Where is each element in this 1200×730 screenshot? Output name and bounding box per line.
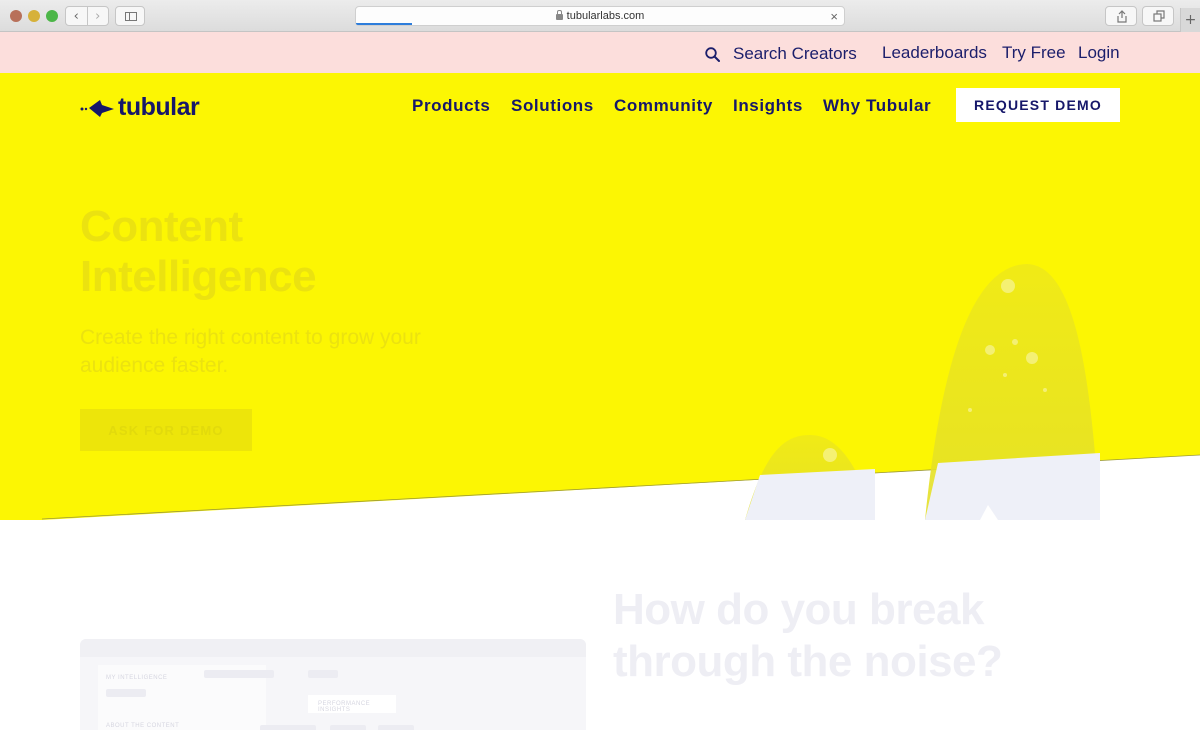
tubular-logo-icon: [80, 99, 114, 117]
hero-title-line-1: Content: [80, 202, 243, 251]
login-link[interactable]: Login: [1078, 43, 1120, 63]
mockup-placeholder: [378, 725, 414, 730]
page-load-progress: [356, 23, 412, 25]
hero-subtitle: Create the right content to grow your au…: [80, 326, 421, 377]
nav-why-tubular[interactable]: Why Tubular: [823, 96, 931, 116]
share-icon: [1117, 10, 1127, 23]
product-screenshot-mockup: MY INTELLIGENCE ABOUT THE CONTENT PERFOR…: [80, 639, 586, 730]
share-button[interactable]: [1105, 6, 1137, 26]
nav-products[interactable]: Products: [412, 96, 490, 116]
section-heading-line-1: How do you break: [613, 585, 984, 634]
show-tabs-button[interactable]: [1142, 6, 1174, 26]
hero-title: Content Intelligence: [80, 202, 317, 302]
mockup-label: ABOUT THE CONTENT: [106, 723, 180, 729]
leaderboards-link[interactable]: Leaderboards: [882, 43, 987, 63]
ask-for-demo-button[interactable]: ASK FOR DEMO: [80, 409, 252, 451]
url-text: tubularlabs.com: [566, 10, 645, 22]
nav-solutions[interactable]: Solutions: [511, 96, 594, 116]
search-creators-link[interactable]: Search Creators: [705, 44, 857, 64]
mockup-placeholder: [330, 725, 366, 730]
nav-insights[interactable]: Insights: [733, 96, 803, 116]
back-button[interactable]: ‹: [66, 7, 87, 25]
mockup-placeholder: [308, 670, 338, 678]
close-window-button[interactable]: [10, 10, 22, 22]
request-demo-button[interactable]: REQUEST DEMO: [956, 88, 1120, 122]
history-nav: ‹ ›: [65, 6, 109, 26]
search-icon: [705, 46, 720, 62]
tubular-logo[interactable]: tubular: [80, 93, 200, 122]
address-bar[interactable]: tubularlabs.com ×: [355, 6, 845, 26]
sidebar-toggle-button[interactable]: [115, 6, 145, 26]
minimize-window-button[interactable]: [28, 10, 40, 22]
mockup-placeholder: [204, 670, 274, 678]
forward-button[interactable]: ›: [86, 7, 109, 25]
nav-community[interactable]: Community: [614, 96, 713, 116]
new-tab-button[interactable]: +: [1180, 8, 1200, 32]
browser-toolbar: ‹ › tubularlabs.com × +: [0, 0, 1200, 32]
mockup-topbar: [80, 639, 586, 657]
section-heading: How do you break through the noise?: [613, 584, 1003, 688]
mockup-card: PERFORMANCE INSIGHTS: [308, 695, 396, 713]
section-heading-line-2: through the noise?: [613, 637, 1003, 686]
tabs-icon: [1153, 10, 1165, 22]
utility-nav: Search Creators Leaderboards Try Free Lo…: [0, 32, 1200, 73]
mockup-placeholder: [260, 725, 316, 730]
lock-icon: [555, 10, 563, 20]
mockup-label: MY INTELLIGENCE: [106, 675, 168, 681]
try-free-link[interactable]: Try Free: [1002, 43, 1066, 63]
stop-loading-button[interactable]: ×: [830, 9, 838, 24]
audience-peaks-illustration: [745, 264, 1100, 520]
search-creators-label: Search Creators: [733, 44, 857, 63]
zoom-window-button[interactable]: [46, 10, 58, 22]
hero-title-line-2: Intelligence: [80, 252, 317, 301]
mockup-placeholder: [106, 689, 146, 697]
sidebar-icon: [125, 12, 137, 21]
brand-name: tubular: [118, 93, 200, 121]
mockup-label: PERFORMANCE INSIGHTS: [318, 701, 371, 713]
